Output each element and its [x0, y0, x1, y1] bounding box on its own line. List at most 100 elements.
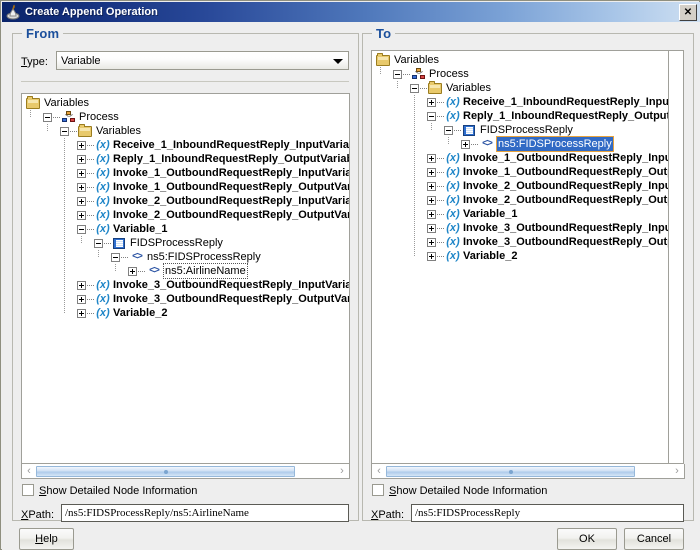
- tree-toggle-collapse-icon[interactable]: [43, 112, 52, 122]
- tree-node[interactable]: FIDSProcessReply: [22, 236, 349, 250]
- tree-node[interactable]: Variables: [22, 124, 349, 138]
- to-show-detail-checkbox[interactable]: [372, 484, 384, 496]
- ok-button[interactable]: OK: [557, 528, 617, 550]
- tree-connector: [87, 284, 94, 286]
- tree-node[interactable]: Process: [372, 67, 668, 81]
- tree-node[interactable]: <> ns5:AirlineName: [22, 263, 349, 279]
- tree-node[interactable]: <> ns5:FIDSProcessReply: [22, 250, 349, 264]
- from-tree[interactable]: Variables Process Variables (x) Receive_1_In…: [21, 93, 350, 464]
- tree-node[interactable]: Variables: [372, 81, 668, 95]
- from-hscroll-thumb[interactable]: [36, 465, 295, 477]
- from-show-detail-checkbox[interactable]: [22, 484, 34, 496]
- help-button[interactable]: Help: [19, 528, 74, 550]
- tree-toggle-expand-icon[interactable]: [461, 139, 470, 149]
- close-icon[interactable]: ✕: [679, 4, 697, 21]
- tree-toggle-collapse-icon[interactable]: [410, 83, 419, 93]
- tree-node[interactable]: (x)Invoke_1_OutboundRequestReply_InputVa…: [372, 151, 668, 165]
- tree-node-label: Invoke_3_OutboundRequestReply_InputVaria…: [463, 222, 668, 234]
- tree-node[interactable]: <> ns5:FIDSProcessReply: [372, 136, 668, 152]
- tree-node[interactable]: (x)Invoke_3_OutboundRequestReply_InputVa…: [372, 221, 668, 235]
- tree-toggle-expand-icon[interactable]: [427, 237, 436, 247]
- tree-node-label: Process: [429, 68, 469, 80]
- tree-node-label: ns5:FIDSProcessReply: [147, 251, 261, 263]
- tree-connector: [437, 255, 444, 257]
- tree-toggle-expand-icon[interactable]: [427, 223, 436, 233]
- tree-node-label: Variables: [96, 125, 142, 137]
- from-xpath-input[interactable]: /ns5:FIDSProcessReply/ns5:AirlineName: [61, 504, 349, 522]
- from-hscroll-track[interactable]: [36, 464, 335, 478]
- tree-toggle-collapse-icon[interactable]: [77, 224, 86, 234]
- tree-toggle-expand-icon[interactable]: [427, 195, 436, 205]
- tree-toggle-collapse-icon[interactable]: [444, 125, 453, 135]
- tree-toggle-collapse-icon[interactable]: [60, 126, 69, 136]
- tree-connector: [87, 158, 94, 160]
- from-tree-hscrollbar[interactable]: ‹ ›: [21, 464, 350, 479]
- tree-node[interactable]: (x)Invoke_2_OutboundRequestReply_OutputV…: [372, 193, 668, 207]
- scroll-left-icon[interactable]: ‹: [372, 465, 386, 478]
- tree-node-label: Invoke_2_OutboundRequestReply_OutputVari…: [463, 194, 668, 206]
- tree-toggle-expand-icon[interactable]: [77, 308, 86, 318]
- tree-node-label: Reply_1_InboundRequestReply_OutputVariab…: [113, 153, 350, 165]
- tree-toggle-expand-icon[interactable]: [77, 280, 86, 290]
- tree-node[interactable]: (x)Reply_1_InboundRequestReply_OutputVar…: [22, 152, 350, 166]
- tree-toggle-expand-icon[interactable]: [77, 168, 86, 178]
- tree-node[interactable]: (x)Receive_1_InboundRequestReply_InputVa…: [22, 138, 349, 152]
- tree-node[interactable]: (x)Invoke_3_OutboundRequestReply_OutputV…: [22, 292, 349, 306]
- tree-toggle-expand-icon[interactable]: [77, 210, 86, 220]
- cancel-button[interactable]: Cancel: [624, 528, 684, 550]
- scroll-right-icon[interactable]: ›: [670, 465, 684, 478]
- to-show-detail-label: Show Detailed Node Information: [389, 485, 548, 497]
- tree-node[interactable]: Variables: [372, 53, 668, 67]
- tree-toggle-expand-icon[interactable]: [77, 294, 86, 304]
- element-icon: <>: [132, 251, 143, 262]
- tree-toggle-expand-icon[interactable]: [77, 140, 86, 150]
- title-bar[interactable]: Create Append Operation ✕: [2, 2, 700, 22]
- to-tree-vscrollbar[interactable]: [669, 50, 684, 464]
- tree-node[interactable]: (x) Variable_2: [22, 306, 349, 320]
- tree-node[interactable]: FIDSProcessReply: [372, 123, 668, 137]
- tree-node[interactable]: (x)Invoke_1_OutboundRequestReply_OutputV…: [22, 180, 349, 194]
- scroll-left-icon[interactable]: ‹: [22, 465, 36, 478]
- tree-node[interactable]: (x)Invoke_2_OutboundRequestReply_InputVa…: [22, 194, 349, 208]
- tree-toggle-expand-icon[interactable]: [77, 154, 86, 164]
- tree-toggle-expand-icon[interactable]: [77, 182, 86, 192]
- tree-connector: [437, 115, 444, 117]
- tree-node[interactable]: (x)Receive_1_InboundRequestReply_InputVa…: [372, 95, 668, 109]
- dialog-button-bar: Help OK Cancel: [2, 521, 700, 550]
- to-tree[interactable]: Variables Process Variables (x) Receive_1_In…: [371, 50, 669, 464]
- tree-node[interactable]: (x)Invoke_1_OutboundRequestReply_InputVa…: [22, 166, 349, 180]
- tree-node[interactable]: Variables: [22, 96, 349, 110]
- tree-node[interactable]: (x)Reply_1_InboundRequestReply_OutputVar…: [372, 109, 668, 123]
- tree-toggle-expand-icon[interactable]: [77, 196, 86, 206]
- tree-node[interactable]: (x) Variable_2: [372, 249, 668, 263]
- tree-toggle-collapse-icon[interactable]: [94, 238, 103, 248]
- tree-toggle-collapse-icon[interactable]: [427, 111, 436, 121]
- to-hscroll-track[interactable]: [386, 464, 670, 478]
- tree-toggle-expand-icon[interactable]: [427, 97, 436, 107]
- tree-node[interactable]: Process: [22, 110, 349, 124]
- tree-toggle-expand-icon[interactable]: [427, 209, 436, 219]
- tree-toggle-expand-icon[interactable]: [427, 251, 436, 261]
- tree-node-label: FIDSProcessReply: [130, 237, 223, 249]
- tree-toggle-expand-icon[interactable]: [427, 153, 436, 163]
- variable-icon: (x): [96, 223, 110, 235]
- tree-node[interactable]: (x)Invoke_2_OutboundRequestReply_OutputV…: [22, 208, 349, 222]
- tree-node[interactable]: (x)Invoke_3_OutboundRequestReply_OutputV…: [372, 235, 668, 249]
- tree-toggle-collapse-icon[interactable]: [111, 252, 120, 262]
- type-select[interactable]: Variable: [56, 51, 349, 70]
- tree-node[interactable]: (x) Variable_1: [372, 207, 668, 221]
- tree-node[interactable]: (x)Invoke_2_OutboundRequestReply_InputVa…: [372, 179, 668, 193]
- to-hscroll-thumb[interactable]: [386, 465, 635, 477]
- tree-node[interactable]: (x)Invoke_1_OutboundRequestReply_OutputV…: [372, 165, 668, 179]
- folder-icon: [376, 53, 392, 67]
- to-xpath-input[interactable]: /ns5:FIDSProcessReply: [411, 504, 684, 522]
- tree-toggle-collapse-icon[interactable]: [393, 69, 402, 79]
- to-tree-hscrollbar[interactable]: ‹ ›: [371, 464, 685, 479]
- tree-node[interactable]: (x) Variable_1: [22, 222, 349, 236]
- tree-toggle-expand-icon[interactable]: [427, 181, 436, 191]
- tree-node-label: Variable_2: [113, 307, 168, 319]
- tree-node[interactable]: (x)Invoke_3_OutboundRequestReply_InputVa…: [22, 278, 349, 292]
- tree-toggle-expand-icon[interactable]: [427, 167, 436, 177]
- scroll-right-icon[interactable]: ›: [335, 465, 349, 478]
- tree-toggle-expand-icon[interactable]: [128, 266, 137, 276]
